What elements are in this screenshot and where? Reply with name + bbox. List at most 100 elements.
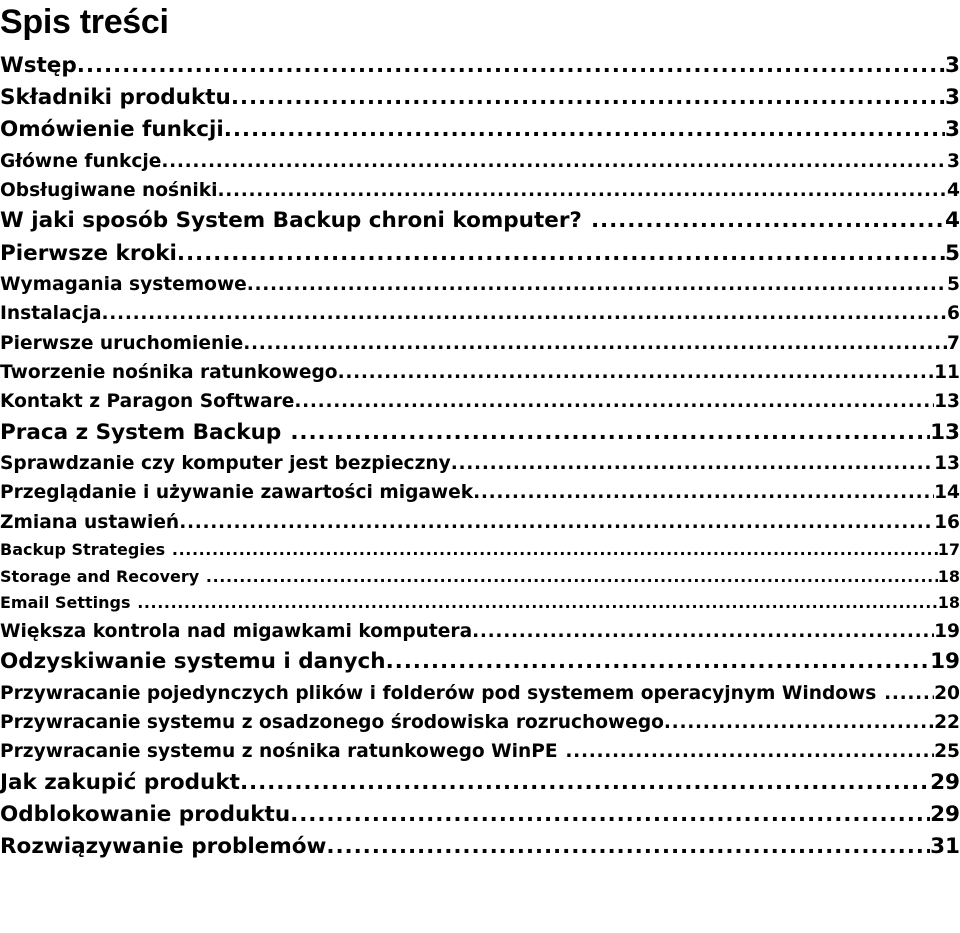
toc-entry[interactable]: Kontakt z Paragon Software..............…: [0, 387, 960, 416]
toc-entry-label: Wstęp: [0, 53, 77, 78]
toc-entry-label: Wymagania systemowe: [0, 273, 247, 295]
toc-entry[interactable]: Instalacja..............................…: [0, 299, 960, 328]
toc-leader-dots: ........................................…: [337, 362, 935, 384]
toc-entry-page-number: 20: [934, 682, 960, 704]
toc-entry-page-number: 18: [937, 593, 960, 613]
toc-entry[interactable]: Rozwiązywanie problemów.................…: [0, 831, 960, 863]
toc-entry-label: Instalacja: [0, 303, 102, 325]
toc-entry-page-number: 4: [947, 180, 960, 202]
toc-leader-dots: ........................................…: [243, 332, 947, 354]
table-of-contents-list: Wstęp...................................…: [0, 50, 960, 864]
toc-entry[interactable]: Backup Strategies.......................…: [0, 537, 960, 564]
toc-entry-page-number: 3: [945, 117, 960, 143]
toc-entry-label: Składniki produktu: [0, 85, 231, 111]
toc-leader-dots: ........................................…: [205, 566, 938, 586]
toc-entry[interactable]: Tworzenie nośnika ratunkowego...........…: [0, 358, 960, 387]
toc-leader-dots: ........................................…: [230, 85, 946, 111]
toc-entry[interactable]: Wstęp...................................…: [0, 50, 960, 82]
toc-entry-page-number: 6: [947, 303, 960, 325]
toc-leader-dots: ........................................…: [176, 240, 945, 266]
toc-entry[interactable]: Obsługiwane nośniki.....................…: [0, 176, 960, 205]
toc-entry[interactable]: Pierwsze uruchomienie...................…: [0, 329, 960, 358]
toc-entry[interactable]: Przeglądanie i używanie zawartości migaw…: [0, 478, 960, 507]
toc-entry-page-number: 3: [945, 53, 960, 78]
toc-leader-dots: ........................................…: [472, 621, 935, 643]
toc-entry-page-number: 5: [947, 273, 960, 295]
toc-entry-page-number: 31: [930, 834, 960, 860]
toc-entry-page-number: 16: [934, 511, 960, 533]
toc-entry-page-number: 13: [934, 391, 960, 413]
toc-entry[interactable]: W jaki sposób System Backup chroni kompu…: [0, 205, 960, 237]
toc-leader-dots: ........................................…: [290, 419, 930, 445]
toc-entry-label: Obsługiwane nośniki: [0, 180, 218, 202]
toc-entry-page-number: 14: [934, 482, 960, 504]
toc-entry-label: Sprawdzanie czy komputer jest bezpieczny: [0, 453, 451, 475]
toc-entry-label: Rozwiązywanie problemów: [0, 834, 327, 860]
toc-entry[interactable]: Zmiana ustawień.........................…: [0, 508, 960, 537]
toc-entry-page-number: 4: [945, 208, 960, 234]
toc-entry-label: Przywracanie pojedynczych plików i folde…: [0, 682, 877, 704]
toc-entry-page-number: 13: [930, 419, 960, 445]
toc-leader-dots: ........................................…: [290, 802, 930, 828]
toc-leader-dots: ........................................…: [171, 540, 938, 560]
toc-entry-page-number: 19: [930, 649, 960, 675]
toc-entry-label: Kontakt z Paragon Software: [0, 391, 295, 413]
toc-entry[interactable]: Przywracanie pojedynczych plików i folde…: [0, 679, 960, 708]
toc-entry-label: Pierwsze kroki: [0, 240, 177, 266]
toc-entry-page-number: 22: [934, 712, 960, 734]
page-title: Spis treści: [0, 3, 169, 41]
toc-leader-dots: ........................................…: [179, 511, 934, 533]
toc-entry-page-number: 17: [937, 540, 960, 560]
toc-entry-label: Odzyskiwanie systemu i danych: [0, 649, 386, 675]
toc-entry[interactable]: Przywracanie systemu z osadzonego środow…: [0, 708, 960, 737]
toc-entry[interactable]: Główne funkcje..........................…: [0, 147, 960, 176]
toc-entry[interactable]: Składniki produktu......................…: [0, 82, 960, 114]
toc-entry-label: Zmiana ustawień: [0, 511, 180, 533]
toc-leader-dots: ........................................…: [663, 712, 934, 734]
toc-leader-dots: ........................................…: [246, 273, 947, 295]
toc-entry[interactable]: Sprawdzanie czy komputer jest bezpieczny…: [0, 449, 960, 478]
toc-entry[interactable]: Storage and Recovery....................…: [0, 564, 960, 591]
toc-entry-page-number: 7: [947, 332, 960, 354]
toc-entry[interactable]: Odblokowanie produktu...................…: [0, 799, 960, 831]
toc-entry-label: Backup Strategies: [0, 540, 166, 560]
toc-entry-label: Odblokowanie produktu: [0, 802, 291, 828]
toc-leader-dots: ........................................…: [294, 391, 934, 413]
toc-entry-page-number: 25: [934, 741, 960, 763]
toc-entry[interactable]: Email Settings..........................…: [0, 590, 960, 617]
toc-entry-label: Email Settings: [0, 593, 131, 613]
toc-entry-label: Większa kontrola nad migawkami komputera: [0, 621, 473, 643]
toc-entry[interactable]: Pierwsze kroki..........................…: [0, 238, 960, 270]
toc-entry[interactable]: Wymagania systemowe.....................…: [0, 270, 960, 299]
toc-leader-dots: ........................................…: [565, 741, 935, 763]
toc-entry-label: Praca z System Backup: [0, 419, 282, 445]
toc-entry[interactable]: Jak zakupić produkt.....................…: [0, 767, 960, 799]
toc-leader-dots: ........................................…: [884, 682, 934, 704]
toc-entry[interactable]: Omówienie funkcji.......................…: [0, 114, 960, 146]
toc-entry-page-number: 13: [934, 453, 960, 475]
toc-entry-label: Omówienie funkcji: [0, 117, 224, 143]
toc-leader-dots: ........................................…: [76, 53, 946, 78]
toc-leader-dots: ........................................…: [450, 453, 935, 475]
toc-leader-dots: ........................................…: [223, 117, 946, 143]
toc-leader-dots: ........................................…: [137, 593, 938, 613]
toc-entry-page-number: 29: [930, 769, 960, 795]
toc-entry[interactable]: Praca z System Backup...................…: [0, 417, 960, 449]
toc-entry-page-number: 3: [945, 85, 960, 111]
toc-entry-page-number: 5: [945, 240, 960, 266]
toc-entry[interactable]: Odzyskiwanie systemu i danych...........…: [0, 646, 960, 678]
toc-leader-dots: ........................................…: [590, 208, 945, 234]
toc-entry-label: Jak zakupić produkt: [0, 769, 240, 795]
toc-entry-page-number: 19: [934, 621, 960, 643]
toc-leader-dots: ........................................…: [239, 769, 930, 795]
toc-leader-dots: ........................................…: [385, 649, 931, 675]
toc-entry-label: Przywracanie systemu z nośnika ratunkowe…: [0, 741, 558, 763]
toc-entry[interactable]: Większa kontrola nad migawkami komputera…: [0, 617, 960, 646]
toc-leader-dots: ........................................…: [217, 180, 948, 202]
toc-entry-label: Przeglądanie i używanie zawartości migaw…: [0, 482, 474, 504]
toc-entry-label: Tworzenie nośnika ratunkowego: [0, 362, 338, 384]
toc-entry-page-number: 11: [934, 362, 960, 384]
toc-entry[interactable]: Przywracanie systemu z nośnika ratunkowe…: [0, 737, 960, 766]
toc-leader-dots: ........................................…: [326, 834, 930, 860]
toc-leader-dots: ........................................…: [101, 303, 948, 325]
